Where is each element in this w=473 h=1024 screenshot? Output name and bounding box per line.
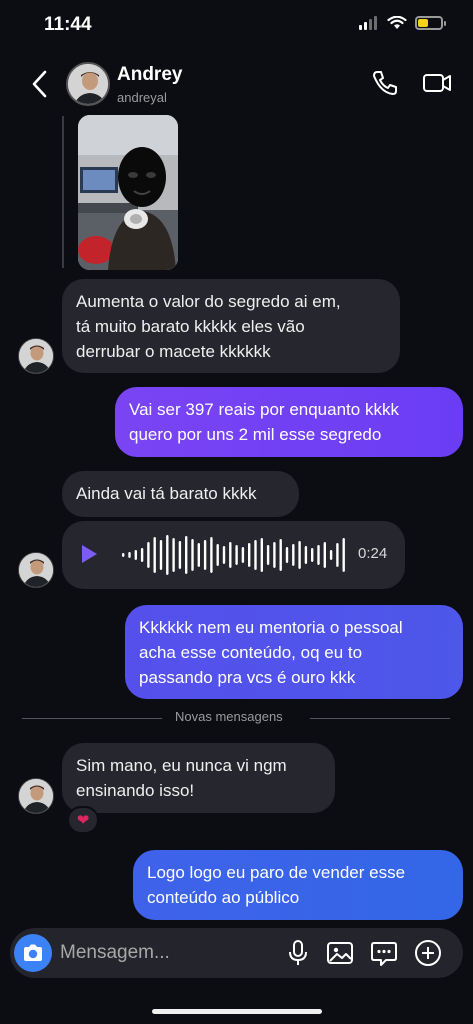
message-incoming[interactable]: Aumenta o valor do segredo ai em, tá mui… <box>62 279 400 373</box>
heart-reaction[interactable]: ❤ <box>67 806 99 834</box>
status-icons <box>359 16 446 30</box>
contact-name[interactable]: Andrey <box>117 64 182 86</box>
contact-avatar[interactable] <box>66 62 110 106</box>
message-outgoing[interactable]: Logo logo eu paro de vender esse conteúd… <box>133 850 463 920</box>
sender-avatar[interactable] <box>18 778 54 814</box>
wifi-icon <box>387 16 407 29</box>
phone-icon[interactable] <box>370 68 400 98</box>
new-messages-divider: Novas mensagens <box>175 709 283 724</box>
sender-avatar[interactable] <box>18 338 54 374</box>
microphone-icon[interactable] <box>283 938 313 968</box>
status-time: 11:44 <box>44 14 92 35</box>
message-input[interactable] <box>60 941 260 965</box>
sender-avatar[interactable] <box>18 552 54 588</box>
message-outgoing[interactable]: Kkkkkk nem eu mentoria o pessoal acha es… <box>125 605 463 699</box>
signal-icon <box>359 16 377 30</box>
reply-indicator <box>62 116 64 268</box>
voice-duration: 0:24 <box>358 545 388 562</box>
plus-icon[interactable] <box>413 938 443 968</box>
camera-button[interactable] <box>14 934 52 972</box>
play-icon[interactable] <box>80 544 98 564</box>
message-incoming[interactable]: Ainda vai tá barato kkkk <box>62 471 299 517</box>
battery-icon <box>415 16 446 30</box>
message-outgoing[interactable]: Vai ser 397 reais por enquanto kkkk quer… <box>115 387 463 457</box>
camera-icon <box>24 944 42 961</box>
shared-photo[interactable] <box>78 115 178 270</box>
voice-message[interactable]: 0:24 <box>62 521 405 589</box>
back-chevron-icon[interactable] <box>26 68 54 100</box>
home-indicator <box>152 1009 322 1014</box>
video-camera-icon[interactable] <box>421 68 453 98</box>
sticker-icon[interactable] <box>369 938 399 968</box>
contact-username[interactable]: andreyal <box>117 90 167 105</box>
image-icon[interactable] <box>325 938 355 968</box>
divider-line <box>310 718 450 719</box>
message-incoming[interactable]: Sim mano, eu nunca vi ngm ensinando isso… <box>62 743 335 813</box>
divider-line <box>22 718 162 719</box>
